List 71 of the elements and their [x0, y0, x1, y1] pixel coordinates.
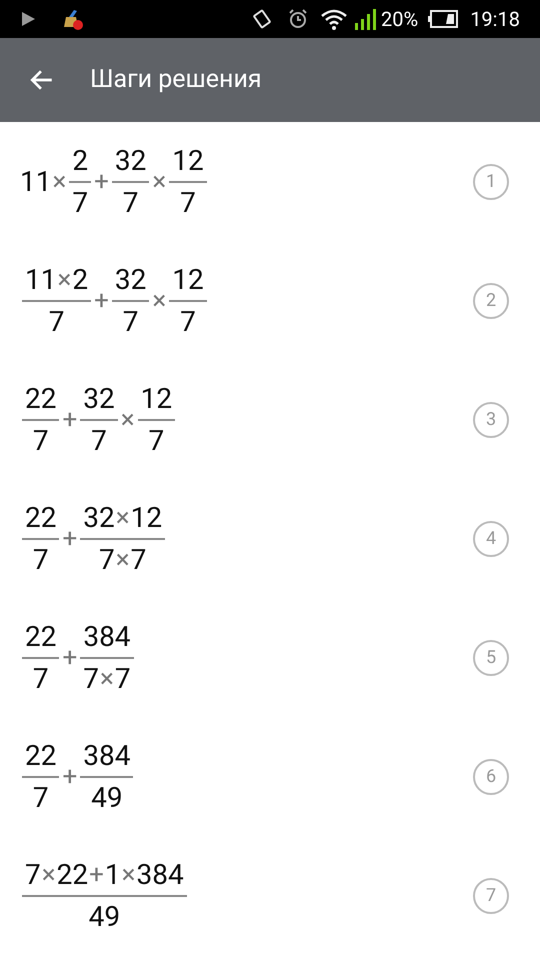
- math-number: 7: [32, 424, 49, 458]
- math-number: 22: [25, 500, 56, 534]
- step-number-badge: 7: [473, 878, 509, 914]
- math-number: 7: [148, 424, 164, 458]
- step-number-badge: 4: [473, 520, 509, 556]
- math-number: 7: [122, 304, 138, 338]
- wifi-icon: [320, 7, 348, 31]
- play-icon: [20, 11, 36, 27]
- operator-symbol: ×: [114, 544, 131, 576]
- math-number: 11: [25, 262, 56, 296]
- step-number-badge: 2: [473, 282, 509, 318]
- step-number-badge: 6: [473, 758, 509, 794]
- math-number: 7: [180, 186, 196, 220]
- math-number: 384: [83, 620, 131, 654]
- clock: 19:18: [470, 6, 520, 33]
- math-number: 22: [25, 620, 56, 654]
- math-number: 1: [104, 858, 121, 892]
- operator-symbol: +: [61, 404, 78, 436]
- math-number: 12: [130, 500, 162, 534]
- math-number: 12: [140, 382, 172, 416]
- operator-symbol: ×: [56, 264, 72, 296]
- math-number: 49: [91, 780, 123, 814]
- signal-icon: [354, 7, 378, 31]
- math-number: 32: [114, 262, 146, 296]
- operator-symbol: +: [93, 284, 110, 318]
- math-number: 7: [32, 780, 49, 814]
- math-number: 11: [20, 164, 52, 198]
- operator-symbol: ×: [151, 284, 168, 318]
- math-number: 2: [72, 144, 88, 178]
- math-number: 12: [172, 262, 204, 296]
- operator-symbol: +: [61, 522, 78, 556]
- math-number: 7: [48, 304, 64, 338]
- screen-title: Шаги решения: [90, 64, 262, 96]
- math-number: 7: [98, 542, 115, 576]
- operator-symbol: ×: [120, 858, 137, 892]
- math-number: 7: [180, 304, 196, 338]
- math-number: 7: [25, 858, 41, 892]
- operator-symbol: +: [61, 642, 78, 674]
- step-number-badge: 1: [473, 164, 509, 200]
- math-number: 384: [83, 738, 130, 772]
- math-number: 2: [72, 262, 88, 296]
- math-number: 49: [88, 900, 120, 934]
- operator-symbol: ×: [99, 662, 115, 696]
- math-number: 7: [32, 542, 49, 576]
- battery-icon: [428, 10, 458, 28]
- math-number: 7: [91, 424, 107, 458]
- math-number: 22: [25, 738, 56, 772]
- operator-symbol: ×: [120, 404, 136, 436]
- operator-symbol: ×: [151, 166, 168, 198]
- math-number: 32: [114, 144, 146, 178]
- math-number: 7: [83, 662, 99, 696]
- operator-symbol: ×: [40, 858, 57, 892]
- math-number: 22: [25, 382, 56, 416]
- math-number: 7: [72, 186, 88, 220]
- math-number: 32: [83, 500, 115, 534]
- operator-symbol: +: [93, 166, 110, 198]
- operator-symbol: +: [61, 760, 78, 794]
- math-number: 7: [122, 186, 138, 220]
- operator-symbol: ×: [114, 502, 131, 534]
- math-number: 12: [172, 144, 204, 178]
- battery-percent: 20%: [381, 6, 418, 33]
- operator-symbol: +: [88, 858, 105, 892]
- math-number: 32: [83, 382, 115, 416]
- math-number: 7: [114, 662, 131, 696]
- operator-symbol: ×: [51, 166, 68, 198]
- step-number-badge: 5: [473, 640, 509, 676]
- math-number: 7: [130, 542, 146, 576]
- math-number: 7: [32, 662, 49, 696]
- math-number: 384: [136, 858, 184, 892]
- step-number-badge: 3: [473, 402, 509, 438]
- math-number: 22: [56, 858, 88, 892]
